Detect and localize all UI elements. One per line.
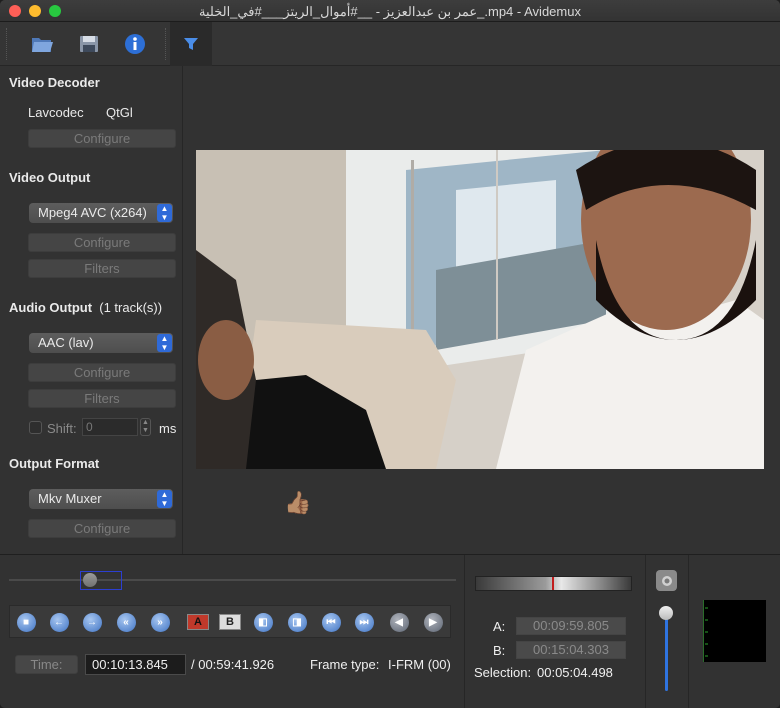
selection-label: Selection:	[474, 665, 532, 680]
marker-a-icon: A	[187, 614, 209, 630]
previous-black-frame-button[interactable]: ◀	[386, 610, 412, 634]
first-frame-button[interactable]: ⏮	[318, 610, 344, 634]
frame-type-value: I-FRM (00)	[388, 657, 451, 672]
audio-output-heading: Audio Output (1 track(s))	[9, 300, 162, 315]
toolbar-grip-2[interactable]	[165, 28, 168, 60]
avidemux-window: عمر بن عبدالعزيز - __#أموال_الريتز___#في…	[0, 0, 780, 708]
thumbs-up-emoji: 👍🏽	[284, 490, 312, 515]
navigation-toolbar: ■ ← → « » A B ◧ ◨ ⏮ ⏭ ◀ ▶	[9, 605, 451, 638]
current-time-field[interactable]: 00:10:13.845	[85, 654, 186, 675]
open-folder-icon[interactable]	[27, 29, 57, 59]
video-frame	[196, 150, 764, 469]
bottom-controls: ■ ← → « » A B ◧ ◨ ⏮ ⏭ ◀ ▶ Time: 00:10:13…	[0, 554, 780, 708]
chevron-updown-icon: ▲ ▼	[157, 490, 172, 508]
marker-b-value: 00:15:04.303	[516, 641, 626, 659]
qtgl-label: QtGl	[106, 105, 133, 120]
next-black-icon: ▶	[423, 612, 443, 632]
go-to-marker-b-button[interactable]: ◨	[284, 610, 310, 634]
go-to-marker-a-button[interactable]: ◧	[250, 610, 276, 634]
video-codec-value: Mpeg4 AVC (x264)	[38, 205, 147, 220]
goto-b-icon: ◨	[287, 612, 307, 632]
previous-keyframe-button[interactable]: «	[113, 610, 139, 634]
timeline-slider[interactable]	[9, 579, 456, 581]
jog-shuttle[interactable]	[475, 576, 632, 591]
info-icon[interactable]	[120, 29, 150, 59]
total-duration: / 00:59:41.926	[191, 657, 275, 672]
stop-button[interactable]: ■	[13, 610, 39, 634]
lavcodec-label: Lavcodec	[28, 105, 84, 120]
frame-type-label: Frame type:	[310, 657, 380, 672]
selection-duration: 00:05:04.498	[537, 665, 613, 680]
audio-codec-select[interactable]: AAC (lav) ▲ ▼	[29, 333, 173, 353]
filter-icon[interactable]	[170, 22, 212, 66]
format-configure-button[interactable]: Configure	[28, 519, 176, 538]
shift-checkbox[interactable]	[29, 421, 42, 434]
skip-forward-icon: ⏭	[354, 612, 374, 632]
chevron-updown-icon: ▲ ▼	[157, 204, 172, 222]
audio-track-count: (1 track(s))	[99, 300, 163, 315]
decoder-configure-button[interactable]: Configure	[28, 129, 176, 148]
title-bar: عمر بن عبدالعزيز - __#أموال_الريتز___#في…	[0, 0, 780, 22]
video-decoder-heading: Video Decoder	[9, 75, 100, 90]
container-format-value: Mkv Muxer	[38, 491, 102, 506]
marker-b-icon: B	[219, 614, 241, 630]
volume-slider[interactable]	[665, 613, 668, 691]
fast-forward-icon: »	[150, 612, 170, 632]
volume-knob[interactable]	[659, 606, 673, 620]
toolbar-grip[interactable]	[6, 28, 9, 60]
settings-panel: Video Decoder Lavcodec QtGl Configure Vi…	[0, 66, 183, 554]
set-marker-b-button[interactable]: B	[217, 610, 243, 634]
last-frame-button[interactable]: ⏭	[351, 610, 377, 634]
chevron-updown-icon: ▲ ▼	[157, 334, 172, 352]
time-button[interactable]: Time:	[15, 655, 78, 674]
arrow-left-icon: ←	[49, 612, 69, 632]
rewind-icon: «	[116, 612, 136, 632]
previous-frame-button[interactable]: ←	[46, 610, 72, 634]
set-marker-a-button[interactable]: A	[185, 610, 211, 634]
window-title: عمر بن عبدالعزيز - __#أموال_الريتز___#في…	[199, 4, 581, 19]
shift-stepper[interactable]: ▲ ▼	[140, 418, 151, 436]
audio-codec-value: AAC (lav)	[38, 335, 94, 350]
video-filters-button[interactable]: Filters	[28, 259, 176, 278]
shift-unit-label: ms	[159, 421, 177, 436]
next-keyframe-button[interactable]: »	[147, 610, 173, 634]
audio-configure-button[interactable]: Configure	[28, 363, 176, 382]
next-black-frame-button[interactable]: ▶	[420, 610, 446, 634]
speaker-icon[interactable]	[656, 570, 677, 591]
toolbar	[0, 22, 780, 66]
audio-output-title: Audio Output	[9, 300, 93, 315]
audio-level-meter	[703, 600, 766, 662]
video-codec-select[interactable]: Mpeg4 AVC (x264) ▲ ▼	[29, 203, 173, 223]
prev-black-icon: ◀	[389, 612, 409, 632]
container-format-select[interactable]: Mkv Muxer ▲ ▼	[29, 489, 173, 509]
shift-label: Shift:	[47, 421, 77, 436]
arrow-right-icon: →	[82, 612, 102, 632]
video-configure-button[interactable]: Configure	[28, 233, 176, 252]
divider-2	[645, 555, 646, 708]
video-output-heading: Video Output	[9, 170, 91, 185]
jog-marker	[552, 577, 554, 590]
marker-a-value: 00:09:59.805	[516, 617, 626, 635]
output-format-heading: Output Format	[9, 456, 100, 471]
goto-a-icon: ◧	[253, 612, 273, 632]
shift-input[interactable]: 0	[82, 418, 138, 436]
divider	[464, 555, 465, 708]
save-disk-icon[interactable]	[74, 29, 104, 59]
next-frame-button[interactable]: →	[79, 610, 105, 634]
marker-b-label: B:	[493, 643, 506, 658]
stop-icon: ■	[16, 612, 36, 632]
skip-back-icon: ⏮	[321, 612, 341, 632]
audio-filters-button[interactable]: Filters	[28, 389, 176, 408]
divider-3	[688, 555, 689, 708]
marker-a-label: A:	[493, 619, 506, 634]
